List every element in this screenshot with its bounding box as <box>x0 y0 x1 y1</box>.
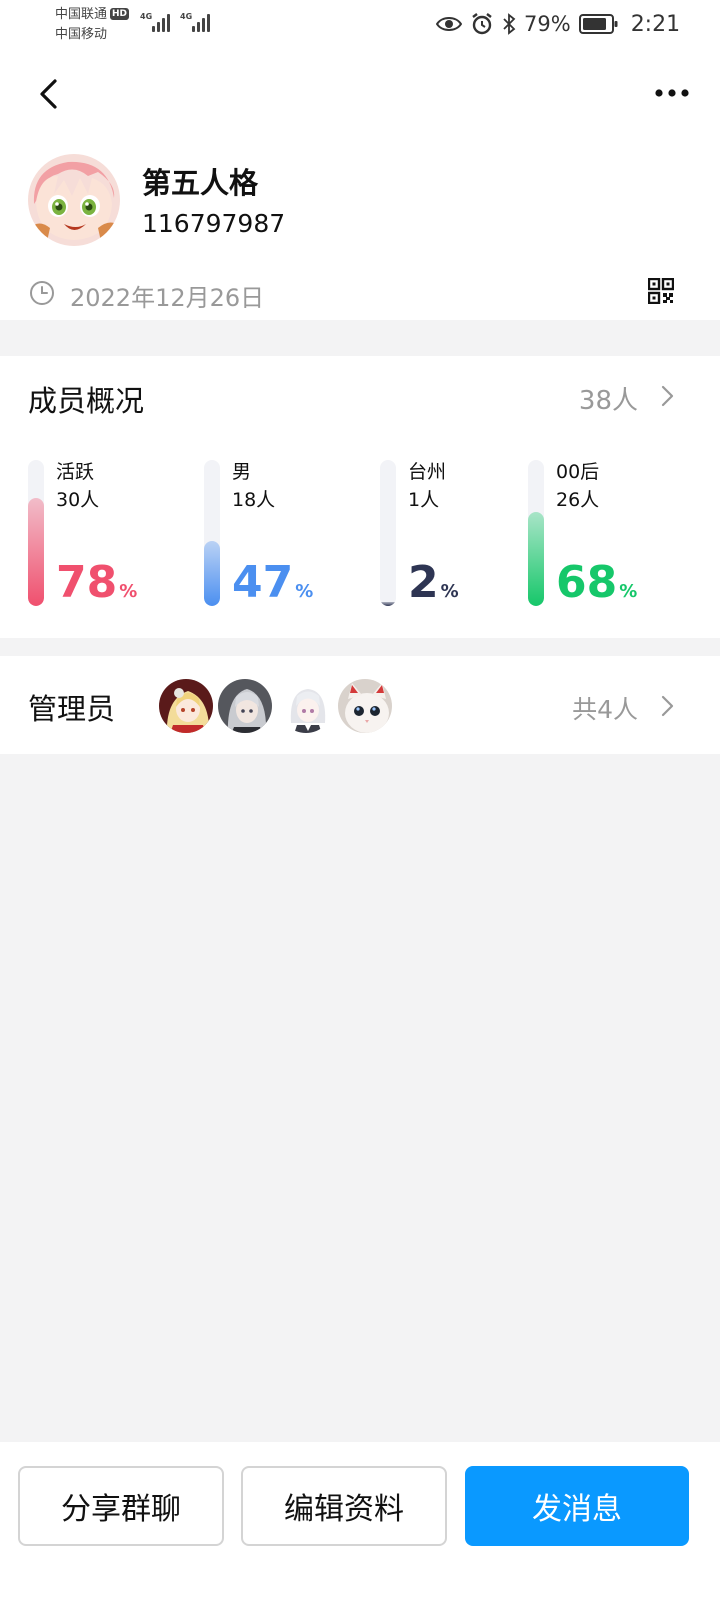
back-arrow-icon[interactable] <box>32 76 68 112</box>
stat-percent: 78% <box>56 558 137 617</box>
stat-label: 男 <box>232 461 252 483</box>
group-name: 第五人格 <box>142 166 259 200</box>
group-header: 第五人格 116797987 2022年12月26日 <box>0 56 720 320</box>
stat-count: 30人 <box>56 489 100 511</box>
stat-bar-track <box>528 460 544 606</box>
members-overview-title: 成员概况 <box>28 384 145 418</box>
stat-location: 台州 1人 2% <box>380 460 540 608</box>
stat-label: 00后 <box>556 461 600 483</box>
clock-icon <box>30 281 54 305</box>
status-bar: 中国联通 HD 中国移动 4G 4G 79% 2:21 <box>0 0 720 56</box>
share-group-button[interactable]: 分享群聊 <box>18 1466 224 1546</box>
stat-count: 26人 <box>556 489 600 511</box>
stat-bar-fill <box>528 512 544 606</box>
stat-bar-track <box>28 460 44 606</box>
stat-bar-fill <box>380 602 396 606</box>
admins-title: 管理员 <box>28 692 116 726</box>
stat-percent-value: 47 <box>232 557 294 608</box>
battery-icon <box>578 14 618 34</box>
admin-avatar-1[interactable] <box>157 677 215 735</box>
network-type-2: 4G <box>180 12 193 21</box>
group-id: 116797987 <box>142 209 286 238</box>
admins-row[interactable]: 管理员 共4人 <box>0 656 720 754</box>
admin-avatar-3[interactable] <box>277 677 335 735</box>
admin-avatar-2[interactable] <box>216 677 274 735</box>
network-type-1: 4G <box>140 12 153 21</box>
chevron-right-icon[interactable] <box>660 384 676 408</box>
carrier-1: 中国联通 <box>55 7 108 22</box>
stat-percent: 68% <box>556 558 637 617</box>
more-icon[interactable] <box>652 78 692 108</box>
stat-percent-value: 2 <box>408 557 439 608</box>
stat-bar-fill <box>28 498 44 606</box>
members-overview-card[interactable]: 成员概况 38人 活跃 30人 78% 男 18人 47% 台州 1人 2% 0… <box>0 356 720 638</box>
battery-percent: 79% <box>524 12 571 36</box>
stat-count: 1人 <box>408 489 440 511</box>
bluetooth-icon <box>503 13 516 35</box>
stat-active: 活跃 30人 78% <box>28 460 188 608</box>
stat-bar-track <box>380 460 396 606</box>
qr-code-icon[interactable] <box>648 278 674 304</box>
stat-age: 00后 26人 68% <box>528 460 688 608</box>
stat-count: 18人 <box>232 489 276 511</box>
stat-label: 台州 <box>408 461 447 483</box>
stat-percent-unit: % <box>440 581 459 602</box>
stat-percent-unit: % <box>619 581 638 602</box>
hd-badge: HD <box>110 8 130 20</box>
stat-percent-value: 78 <box>56 557 118 608</box>
members-count: 38人 <box>578 386 638 416</box>
carrier-2: 中国移动 <box>55 27 108 42</box>
alarm-icon <box>472 13 492 35</box>
edit-profile-button[interactable]: 编辑资料 <box>241 1466 447 1546</box>
stat-percent: 2% <box>408 558 459 617</box>
stat-label: 活跃 <box>56 461 95 483</box>
group-avatar[interactable] <box>28 154 120 246</box>
created-date: 2022年12月26日 <box>70 284 265 312</box>
stat-bar-track <box>204 460 220 606</box>
bottom-action-bar: 分享群聊 编辑资料 发消息 <box>0 1442 720 1600</box>
stat-percent-unit: % <box>119 581 138 602</box>
clock-time: 2:21 <box>630 11 681 37</box>
stat-percent-value: 68 <box>556 557 618 608</box>
stat-bar-fill <box>204 541 220 606</box>
admin-avatar-4[interactable] <box>336 677 394 735</box>
carrier-info: 中国联通 HD 中国移动 <box>55 5 130 45</box>
stat-percent: 47% <box>232 558 313 617</box>
chevron-right-icon[interactable] <box>660 694 676 718</box>
stat-percent-unit: % <box>295 581 314 602</box>
stat-male: 男 18人 47% <box>204 460 364 608</box>
eye-icon <box>436 17 462 31</box>
send-message-button[interactable]: 发消息 <box>465 1466 689 1546</box>
admins-total: 共4人 <box>572 695 638 724</box>
